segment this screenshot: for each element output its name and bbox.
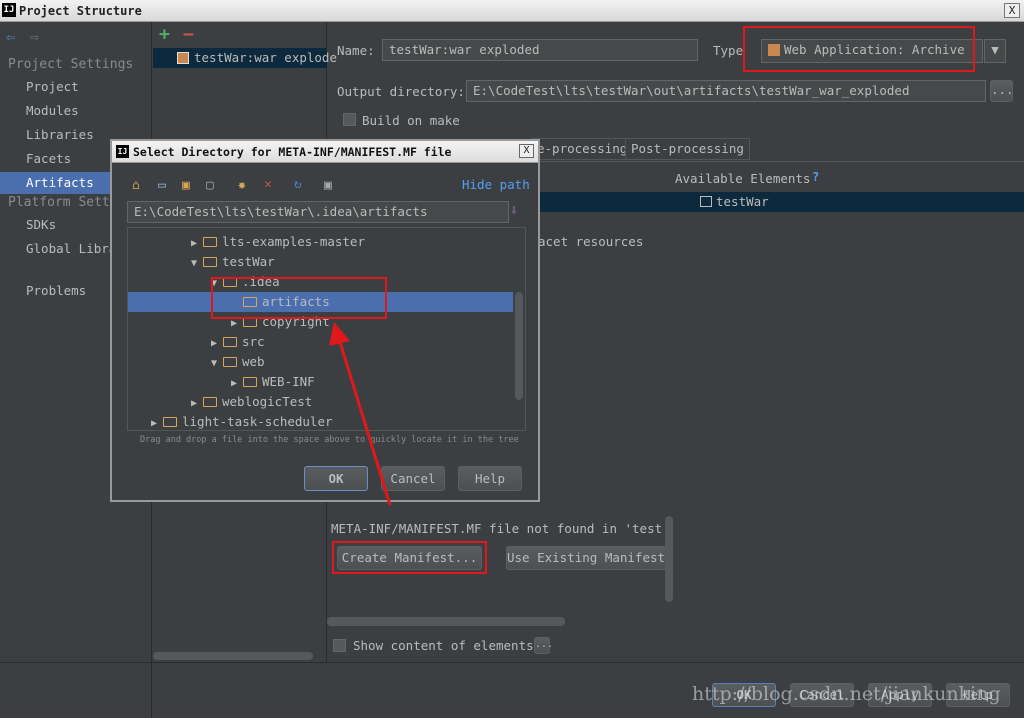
annotation-arrow: [329, 322, 392, 506]
annotation-arrow-line: [338, 341, 392, 506]
annotation-arrow-head: [329, 322, 350, 346]
